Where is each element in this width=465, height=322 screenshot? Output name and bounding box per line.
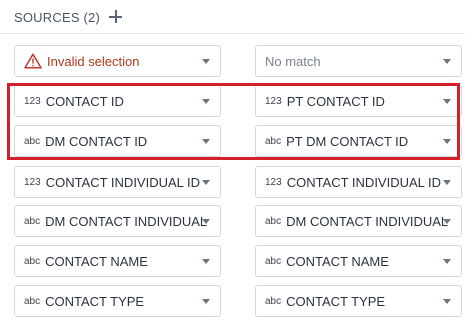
source-select-right-4[interactable]: abc DM CONTACT INDIVIDUAL	[255, 205, 462, 237]
chevron-down-icon	[443, 259, 451, 264]
chevron-down-icon	[443, 180, 451, 185]
sources-header: SOURCES (2)	[14, 7, 124, 27]
chevron-down-icon	[443, 59, 451, 64]
source-select-left-5[interactable]: abc CONTACT NAME	[14, 245, 221, 277]
field-label: No match	[265, 53, 321, 69]
text-type-icon: abc	[24, 215, 41, 227]
chevron-down-icon	[443, 219, 451, 224]
chevron-down-icon	[443, 139, 451, 144]
warning-icon	[24, 53, 42, 69]
field-label: PT DM CONTACT ID	[286, 133, 409, 149]
text-type-icon: abc	[24, 135, 41, 147]
text-type-icon: abc	[24, 255, 41, 267]
source-select-right-0[interactable]: No match	[255, 45, 462, 77]
chevron-down-icon	[202, 59, 210, 64]
field-label: CONTACT NAME	[286, 253, 389, 269]
source-select-left-0[interactable]: Invalid selection	[14, 45, 221, 77]
source-select-right-1[interactable]: 123 PT CONTACT ID	[255, 85, 462, 117]
chevron-down-icon	[202, 219, 210, 224]
source-select-left-6[interactable]: abc CONTACT TYPE	[14, 285, 221, 317]
text-type-icon: abc	[265, 295, 282, 307]
field-label: CONTACT NAME	[45, 253, 148, 269]
text-type-icon: abc	[24, 295, 41, 307]
chevron-down-icon	[202, 139, 210, 144]
chevron-down-icon	[443, 299, 451, 304]
chevron-down-icon	[202, 99, 210, 104]
sources-panel: SOURCES (2) Invalid selection No match 1…	[0, 0, 465, 322]
field-label: PT CONTACT ID	[286, 93, 385, 109]
add-source-button[interactable]	[108, 9, 124, 25]
field-label: CONTACT ID	[45, 93, 124, 109]
source-select-left-2[interactable]: abc DM CONTACT ID	[14, 125, 221, 157]
field-label: CONTACT INDIVIDUAL ID	[286, 174, 442, 190]
number-type-icon: 123	[24, 176, 41, 188]
text-type-icon: abc	[265, 255, 282, 267]
field-label: DM CONTACT INDIVIDUAL	[45, 213, 208, 229]
field-label: CONTACT INDIVIDUAL ID	[45, 174, 201, 190]
number-type-icon: 123	[265, 176, 282, 188]
text-type-icon: abc	[265, 135, 282, 147]
number-type-icon: 123	[24, 95, 41, 107]
source-select-left-4[interactable]: abc DM CONTACT INDIVIDUAL	[14, 205, 221, 237]
field-label: Invalid selection	[47, 53, 140, 69]
field-label: DM CONTACT INDIVIDUAL	[286, 213, 449, 229]
source-select-right-3[interactable]: 123 CONTACT INDIVIDUAL ID	[255, 166, 462, 198]
number-type-icon: 123	[265, 95, 282, 107]
source-select-left-3[interactable]: 123 CONTACT INDIVIDUAL ID	[14, 166, 221, 198]
chevron-down-icon	[202, 259, 210, 264]
text-type-icon: abc	[265, 215, 282, 227]
divider	[0, 33, 465, 34]
field-label: CONTACT TYPE	[286, 293, 386, 309]
chevron-down-icon	[202, 299, 210, 304]
source-select-right-5[interactable]: abc CONTACT NAME	[255, 245, 462, 277]
field-label: DM CONTACT ID	[45, 133, 148, 149]
source-select-right-2[interactable]: abc PT DM CONTACT ID	[255, 125, 462, 157]
chevron-down-icon	[202, 180, 210, 185]
source-select-left-1[interactable]: 123 CONTACT ID	[14, 85, 221, 117]
source-select-right-6[interactable]: abc CONTACT TYPE	[255, 285, 462, 317]
field-label: CONTACT TYPE	[45, 293, 145, 309]
chevron-down-icon	[443, 99, 451, 104]
sources-title: SOURCES (2)	[14, 9, 100, 25]
